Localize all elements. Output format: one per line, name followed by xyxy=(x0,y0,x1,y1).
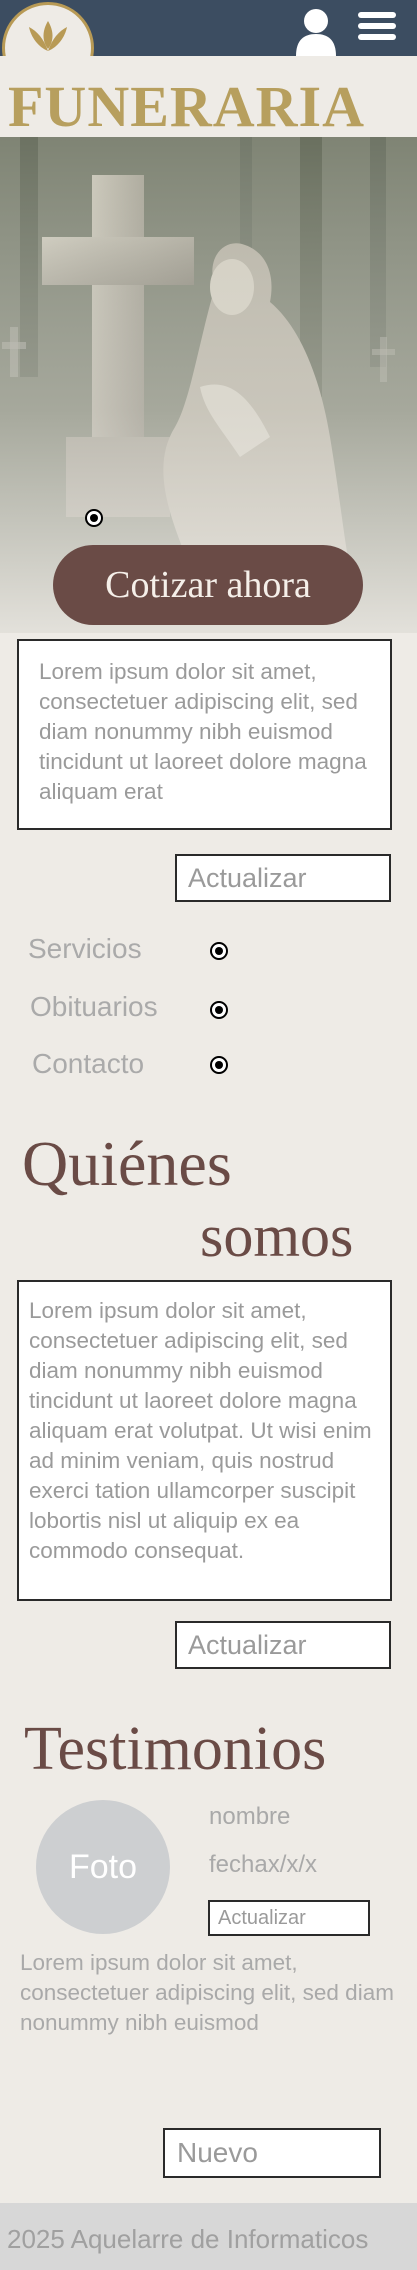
top-bar xyxy=(0,0,417,56)
update-about-button[interactable]: Actualizar xyxy=(175,1621,391,1669)
lotus-logo-icon[interactable] xyxy=(2,2,94,56)
new-testimonial-button[interactable]: Nuevo xyxy=(163,2128,381,2178)
testimonial-name: nombre xyxy=(209,1803,291,1830)
nav-link-obituaries[interactable]: Obituarios xyxy=(30,989,158,1025)
intro-text-box[interactable]: Lorem ipsum dolor sit amet, consectetuer… xyxy=(17,639,392,830)
testimonial-text: Lorem ipsum dolor sit amet, consectetuer… xyxy=(20,1950,394,2035)
footer-text: 2025 Aquelarre de Informaticos xyxy=(7,2224,369,2254)
quote-now-button[interactable]: Cotizar ahora xyxy=(53,545,363,625)
about-title-line1: Quiénes xyxy=(22,1128,232,1199)
testimonial-photo[interactable]: Foto xyxy=(36,1800,170,1934)
brand-title: FUNERARIA xyxy=(8,74,365,139)
nav-link-contact[interactable]: Contacto xyxy=(32,1046,144,1082)
update-intro-button[interactable]: Actualizar xyxy=(175,854,391,902)
hamburger-menu-icon[interactable] xyxy=(358,12,396,42)
nav-bullet-services[interactable] xyxy=(210,942,228,960)
update-testimonial-button[interactable]: Actualizar xyxy=(208,1900,370,1936)
carousel-indicator[interactable] xyxy=(85,509,103,527)
testimonials-title: Testimonios xyxy=(24,1715,327,1783)
testimonial-date: fechax/x/x xyxy=(209,1851,318,1878)
nav-bullet-obituaries[interactable] xyxy=(210,1001,228,1019)
user-icon[interactable] xyxy=(294,6,338,56)
about-text-box[interactable]: Lorem ipsum dolor sit amet, consectetuer… xyxy=(17,1280,392,1601)
nav-bullet-contact[interactable] xyxy=(210,1056,228,1074)
about-title-line2: somos xyxy=(200,1203,354,1269)
nav-link-services[interactable]: Servicios xyxy=(28,931,142,967)
